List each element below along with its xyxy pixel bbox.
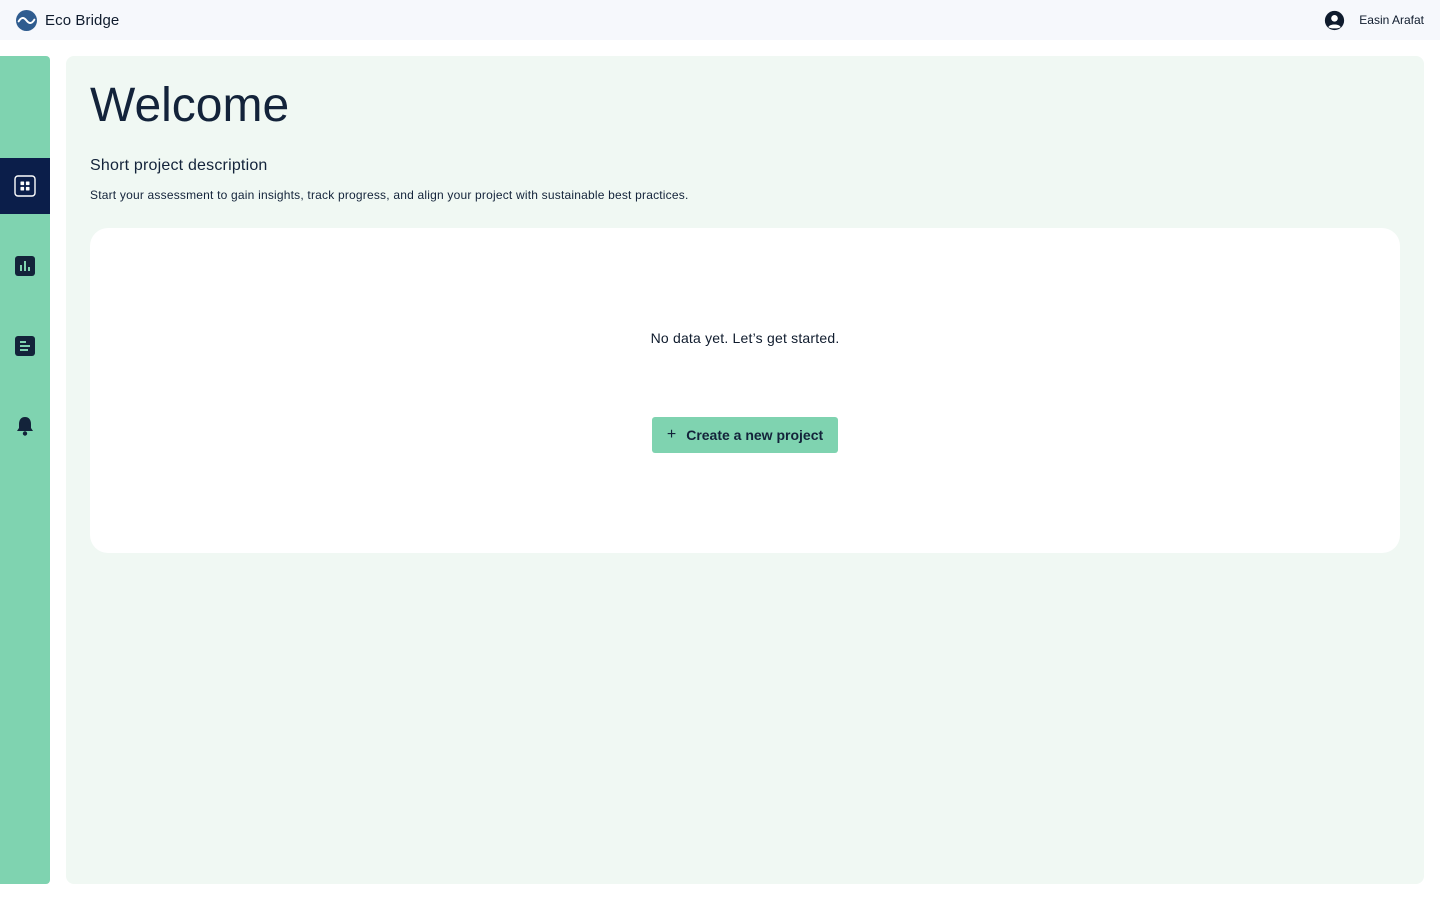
- app-name: Eco Bridge: [45, 11, 120, 29]
- page-title: Welcome: [90, 79, 290, 132]
- project-subtitle: Short project description: [90, 157, 268, 174]
- sidebar-item-documents[interactable]: [0, 318, 50, 374]
- user-menu[interactable]: Easin Arafat: [1324, 10, 1424, 31]
- grid-icon: [14, 175, 36, 197]
- user-name: Easin Arafat: [1359, 13, 1424, 27]
- user-circle-icon: [1325, 10, 1345, 30]
- empty-state-message: No data yet. Let’s get started.: [650, 330, 840, 346]
- document-list-icon: [15, 336, 35, 356]
- sidebar-item-dashboard[interactable]: [0, 158, 50, 214]
- sidebar-item-notifications[interactable]: [0, 398, 50, 454]
- create-project-button[interactable]: + Create a new project: [652, 417, 838, 453]
- project-description: Start your assessment to gain insights, …: [90, 188, 689, 202]
- brand[interactable]: Eco Bridge: [16, 9, 120, 31]
- bar-chart-icon: [15, 256, 35, 276]
- bell-icon: [17, 417, 33, 436]
- empty-state-card: No data yet. Let’s get started. + Create…: [90, 228, 1400, 553]
- create-project-label: Create a new project: [686, 427, 824, 443]
- eco-bridge-logo-icon: [16, 9, 37, 31]
- plus-icon: +: [666, 426, 677, 443]
- sidebar: [0, 56, 50, 884]
- main-panel: Welcome Short project description Start …: [66, 56, 1424, 884]
- top-bar: Eco Bridge Easin Arafat: [0, 0, 1440, 40]
- sidebar-item-analytics[interactable]: [0, 238, 50, 294]
